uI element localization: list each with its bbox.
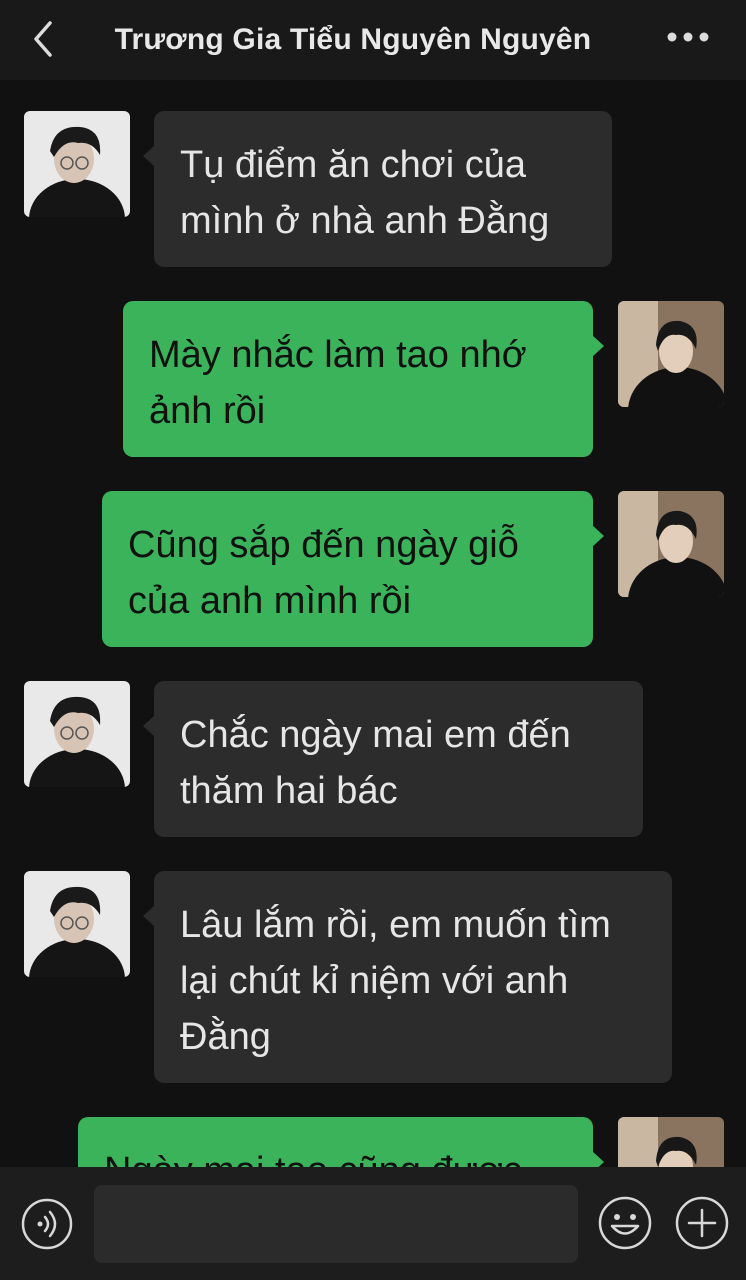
emoji-button[interactable] [597, 1195, 653, 1251]
plus-button[interactable] [674, 1195, 730, 1251]
contact-avatar[interactable] [24, 681, 130, 787]
voice-icon [21, 1198, 73, 1250]
chat-header: Trương Gia Tiểu Nguyên Nguyên [0, 0, 746, 80]
more-button[interactable] [662, 22, 714, 52]
my-avatar[interactable] [618, 301, 724, 407]
more-dots-icon [667, 32, 709, 42]
message-bubble-outgoing[interactable]: Ngày mai tao cũng được [78, 1117, 604, 1167]
voice-button[interactable] [20, 1197, 74, 1251]
message-list[interactable]: Tụ điểm ăn chơi của mình ở nhà anh Đằng … [0, 80, 746, 1167]
contact-avatar[interactable] [24, 111, 130, 217]
input-bar [0, 1167, 746, 1280]
my-avatar[interactable] [618, 1117, 724, 1167]
message-bubble-incoming[interactable]: Tụ điểm ăn chơi của mình ở nhà anh Đằng [143, 111, 612, 267]
plus-icon [675, 1196, 729, 1250]
chevron-left-icon [34, 21, 52, 57]
message-input[interactable] [94, 1185, 578, 1263]
message-bubble-outgoing[interactable]: Cũng sắp đến ngày giỗ của anh mình rồi [102, 491, 604, 647]
chat-title: Trương Gia Tiểu Nguyên Nguyên [114, 23, 592, 56]
message-bubble-incoming[interactable]: Chắc ngày mai em đến thăm hai bác [143, 681, 643, 837]
message-bubble-incoming[interactable]: Lâu lắm rồi, em muốn tìm lại chút kỉ niệ… [143, 871, 672, 1083]
emoji-icon [598, 1196, 652, 1250]
back-button[interactable] [18, 14, 68, 64]
my-avatar[interactable] [618, 491, 724, 597]
contact-avatar[interactable] [24, 871, 130, 977]
message-bubble-outgoing[interactable]: Mày nhắc làm tao nhớ ảnh rồi [123, 301, 604, 457]
